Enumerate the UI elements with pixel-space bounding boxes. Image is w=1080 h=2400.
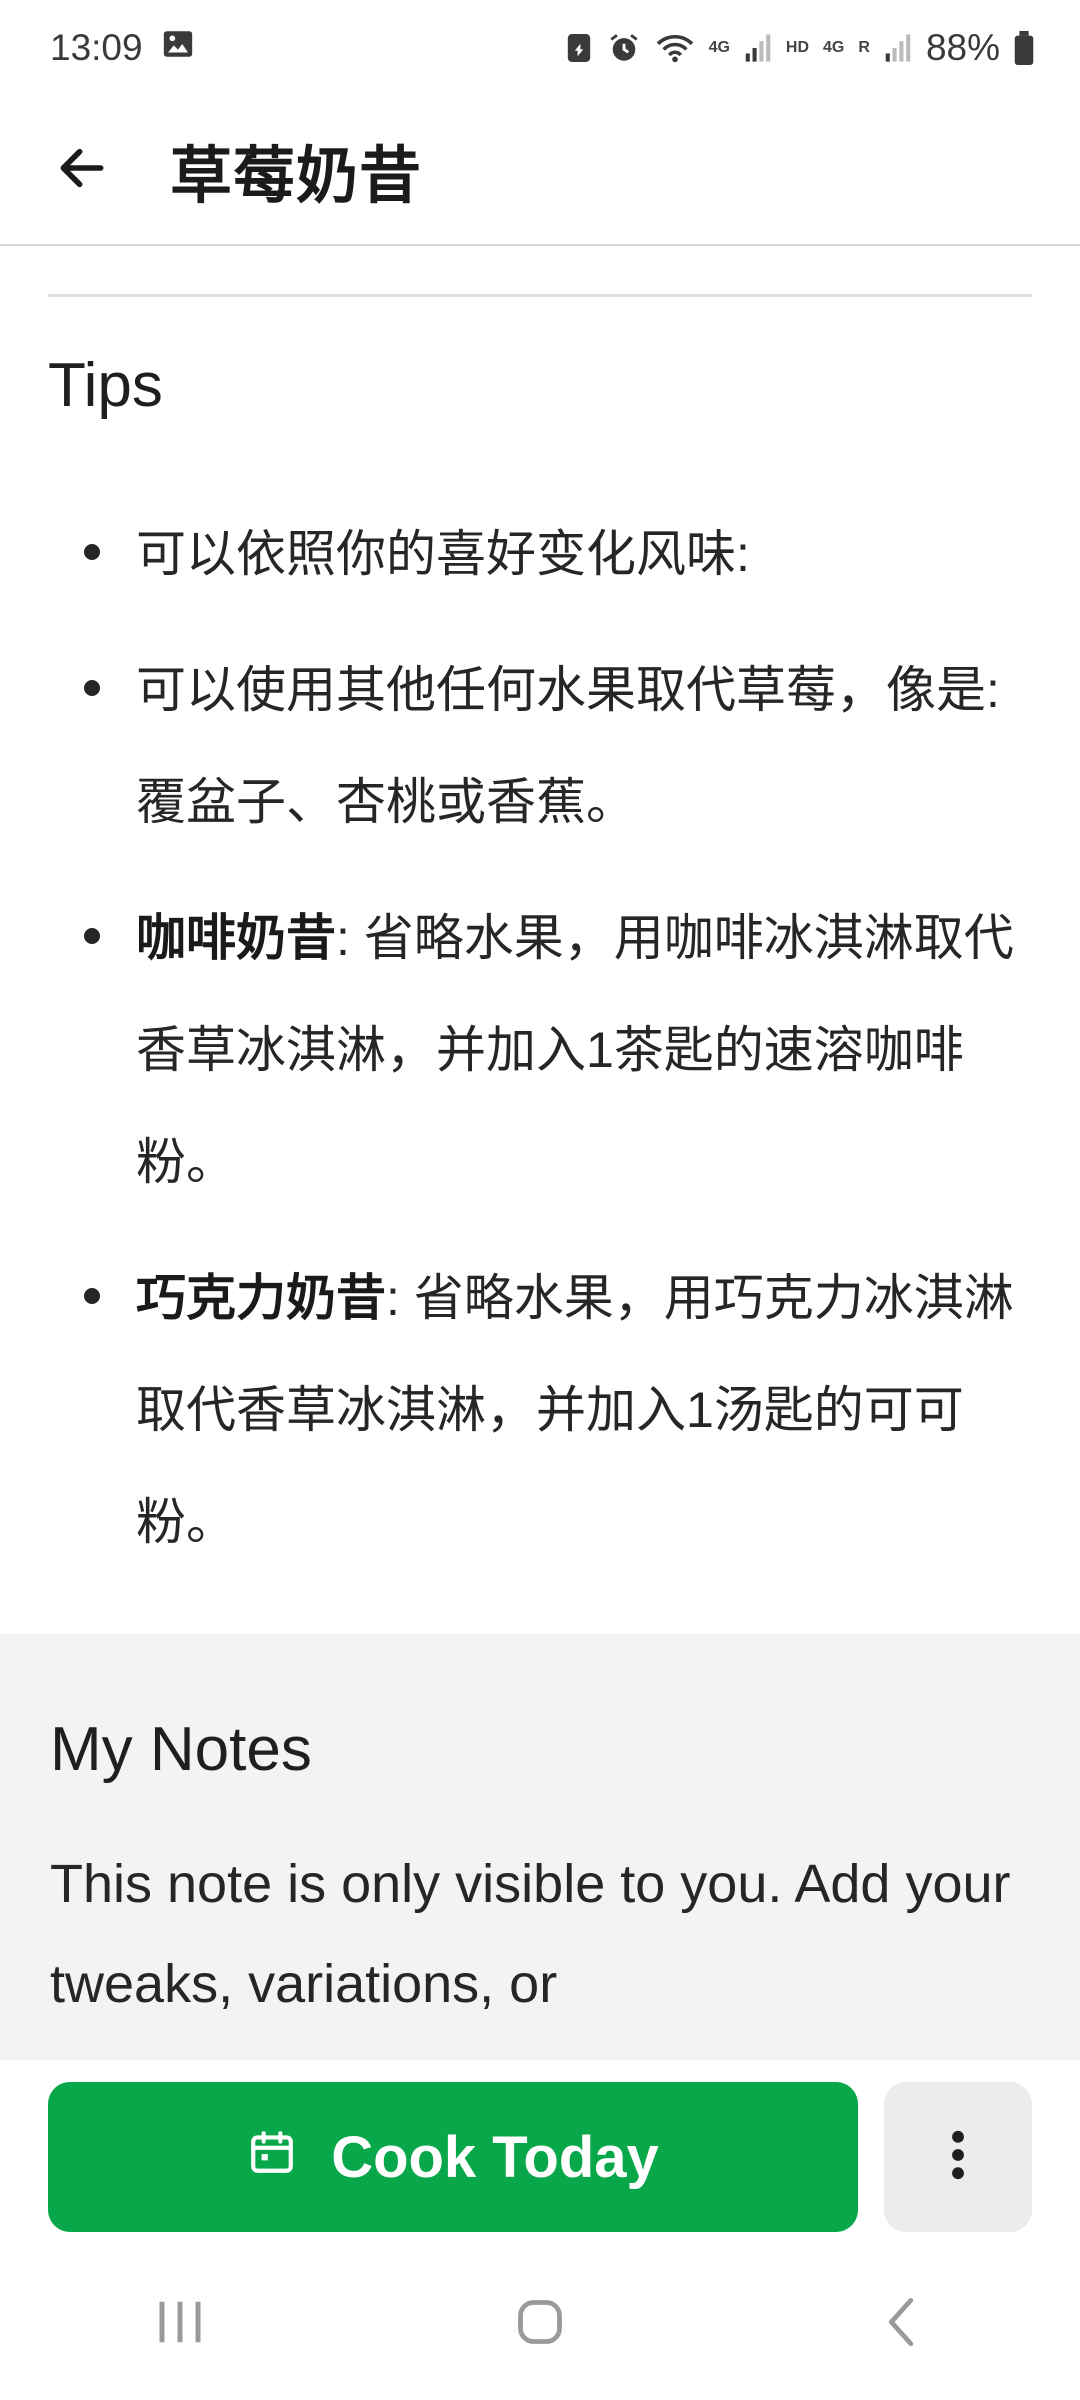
recipe-content[interactable]: Tips 可以依照你的喜好变化风味: 可以使用其他任何水果取代草莓，像是:覆盆子… (0, 248, 1080, 2060)
tip-text: 可以依照你的喜好变化风味: (136, 526, 750, 582)
network-label-4: R (858, 39, 870, 56)
system-nav-bar (0, 2248, 1080, 2400)
signal-icon-1 (744, 33, 772, 63)
recents-button[interactable] (80, 2264, 280, 2384)
tip-item: 可以依照你的喜好变化风味: (0, 498, 1080, 610)
more-options-button[interactable] (884, 2082, 1032, 2232)
calendar-icon (247, 2124, 297, 2191)
home-button[interactable] (440, 2264, 640, 2384)
cook-today-button[interactable]: Cook Today (48, 2082, 858, 2232)
my-notes-section[interactable]: My Notes This note is only visible to yo… (0, 1634, 1080, 2060)
nav-back-button[interactable] (800, 2264, 1000, 2384)
recents-icon (153, 2297, 207, 2352)
cook-today-label: Cook Today (331, 2124, 659, 2190)
tips-heading: Tips (48, 351, 163, 420)
save-data-icon (565, 31, 593, 65)
section-divider (48, 294, 1032, 297)
network-label-1: 4G (708, 39, 730, 56)
tip-item: 巧克力奶昔: 省略水果，用巧克力冰淇淋取代香草冰淇淋，并加入1汤匙的可可粉。 (0, 1242, 1080, 1578)
gallery-icon (161, 27, 195, 70)
status-left: 13:09 (50, 27, 195, 70)
battery-icon (1014, 31, 1034, 65)
tip-bold: 巧克力奶昔 (136, 1270, 386, 1326)
network-label-3: 4G (823, 39, 845, 56)
wifi-icon (655, 31, 695, 65)
bottom-action-bar: Cook Today (0, 2060, 1080, 2248)
notes-heading: My Notes (50, 1715, 312, 1784)
app-bar: 草莓奶昔 (0, 96, 1080, 246)
signal-icon-2 (884, 33, 912, 63)
back-chevron-icon (882, 2296, 918, 2353)
status-right: 4G HD 4G R 88% (565, 27, 1034, 69)
network-label-2: HD (785, 39, 810, 56)
notes-text[interactable]: This note is only visible to you. Add yo… (50, 1834, 1040, 2034)
battery-percent: 88% (925, 27, 1000, 68)
tip-text: 可以使用其他任何水果取代草莓，像是:覆盆子、杏桃或香蕉。 (136, 662, 1000, 830)
tip-bold: 咖啡奶昔 (136, 910, 336, 966)
tip-item: 咖啡奶昔: 省略水果，用咖啡冰淇淋取代香草冰淇淋，并加入1茶匙的速溶咖啡粉。 (0, 882, 1080, 1218)
more-vertical-icon (951, 2130, 965, 2185)
alarm-icon (607, 31, 641, 65)
status-time: 13:09 (50, 27, 143, 68)
page-title: 草莓奶昔 (170, 142, 423, 211)
back-button[interactable] (0, 95, 170, 245)
tip-item: 可以使用其他任何水果取代草莓，像是:覆盆子、杏桃或香蕉。 (0, 634, 1080, 858)
arrow-left-icon (54, 140, 110, 201)
tips-list: 可以依照你的喜好变化风味: 可以使用其他任何水果取代草莓，像是:覆盆子、杏桃或香… (0, 498, 1080, 1602)
status-bar: 13:09 4G HD 4G R 88% (0, 0, 1080, 96)
home-icon (514, 2296, 566, 2353)
